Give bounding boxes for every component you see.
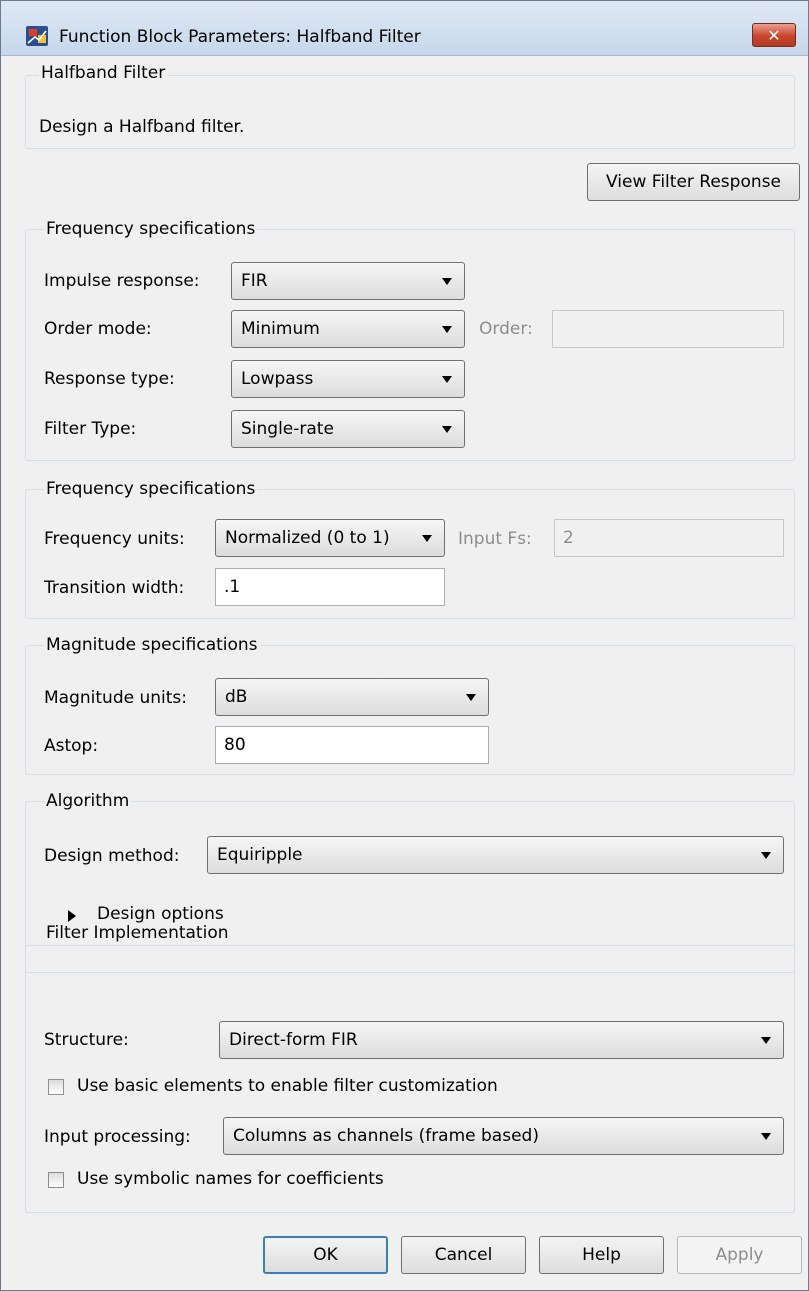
filter-type-select[interactable]: Single-rate (231, 410, 465, 448)
chevron-down-icon (442, 278, 452, 285)
halfband-filter-group-title: Halfband Filter (39, 63, 168, 83)
order-label: Order: (479, 319, 533, 339)
halfband-filter-group (25, 75, 795, 149)
response-type-value: Lowpass (241, 369, 314, 389)
frequency-units-value: Normalized (0 to 1) (225, 528, 390, 548)
chevron-down-icon (442, 426, 452, 433)
chevron-down-icon (761, 1133, 771, 1140)
title-bar[interactable]: Function Block Parameters: Halfband Filt… (1, 1, 808, 56)
triangle-right-icon (68, 910, 76, 922)
filter-type-value: Single-rate (241, 419, 334, 439)
basic-elements-checkbox[interactable] (48, 1079, 64, 1095)
chevron-down-icon (761, 1037, 771, 1044)
input-fs-value: 2 (563, 528, 574, 548)
symbolic-names-checkbox-row[interactable]: Use symbolic names for coefficients (47, 1168, 467, 1194)
input-processing-select[interactable]: Columns as channels (frame based) (223, 1117, 784, 1155)
basic-elements-label: Use basic elements to enable filter cust… (77, 1076, 498, 1096)
algorithm-group-title: Algorithm (44, 791, 132, 811)
design-method-select[interactable]: Equiripple (207, 836, 784, 874)
symbolic-names-label: Use symbolic names for coefficients (77, 1169, 384, 1189)
frequency-spec-group-2-title: Frequency specifications (44, 479, 258, 499)
chevron-down-icon (761, 852, 771, 859)
design-options-label: Design options (97, 904, 224, 924)
chevron-down-icon (442, 376, 452, 383)
response-type-label: Response type: (44, 369, 175, 389)
cancel-button[interactable]: Cancel (401, 1236, 526, 1274)
frequency-units-label: Frequency units: (44, 529, 185, 549)
input-processing-value: Columns as channels (frame based) (233, 1126, 539, 1146)
apply-button[interactable]: Apply (677, 1236, 802, 1274)
impulse-response-label: Impulse response: (44, 271, 200, 291)
magnitude-units-label: Magnitude units: (44, 688, 187, 708)
order-field[interactable] (552, 310, 784, 348)
astop-field[interactable]: 80 (215, 726, 489, 764)
order-mode-label: Order mode: (44, 319, 152, 339)
magnitude-units-value: dB (225, 687, 248, 707)
chevron-down-icon (466, 694, 476, 701)
chevron-down-icon (442, 326, 452, 333)
dialog-window: Function Block Parameters: Halfband Filt… (0, 0, 809, 1291)
chevron-down-icon (422, 535, 432, 542)
filter-type-label: Filter Type: (44, 419, 137, 439)
window-title: Function Block Parameters: Halfband Filt… (59, 27, 421, 47)
close-icon: ✕ (767, 26, 781, 45)
simulink-app-icon (26, 26, 48, 46)
view-filter-response-button[interactable]: View Filter Response (587, 163, 800, 201)
order-mode-value: Minimum (241, 319, 320, 339)
close-button[interactable]: ✕ (752, 23, 796, 47)
structure-label: Structure: (44, 1030, 129, 1050)
response-type-select[interactable]: Lowpass (231, 360, 465, 398)
astop-label: Astop: (44, 736, 99, 756)
transition-width-label: Transition width: (44, 578, 185, 598)
magnitude-units-select[interactable]: dB (215, 678, 489, 716)
magnitude-spec-group-title: Magnitude specifications (44, 635, 260, 655)
structure-select[interactable]: Direct-form FIR (219, 1021, 784, 1059)
block-description: Design a Halfband filter. (39, 117, 245, 137)
transition-width-value: .1 (224, 577, 241, 597)
astop-value: 80 (224, 735, 246, 755)
help-button[interactable]: Help (539, 1236, 664, 1274)
impulse-response-select[interactable]: FIR (231, 262, 465, 300)
frequency-spec-group-1-title: Frequency specifications (44, 219, 258, 239)
input-fs-field[interactable]: 2 (554, 519, 784, 557)
impulse-response-value: FIR (241, 271, 268, 291)
symbolic-names-checkbox[interactable] (48, 1172, 64, 1188)
design-method-value: Equiripple (217, 845, 303, 865)
order-mode-select[interactable]: Minimum (231, 310, 465, 348)
filter-implementation-group-title: Filter Implementation (44, 923, 231, 943)
frequency-units-select[interactable]: Normalized (0 to 1) (215, 519, 445, 557)
transition-width-field[interactable]: .1 (215, 568, 445, 606)
input-processing-label: Input processing: (44, 1127, 191, 1147)
input-fs-label: Input Fs: (458, 529, 532, 549)
ok-button[interactable]: OK (263, 1236, 388, 1274)
structure-value: Direct-form FIR (229, 1030, 358, 1050)
basic-elements-checkbox-row[interactable]: Use basic elements to enable filter cust… (47, 1075, 567, 1101)
design-method-label: Design method: (44, 846, 180, 866)
